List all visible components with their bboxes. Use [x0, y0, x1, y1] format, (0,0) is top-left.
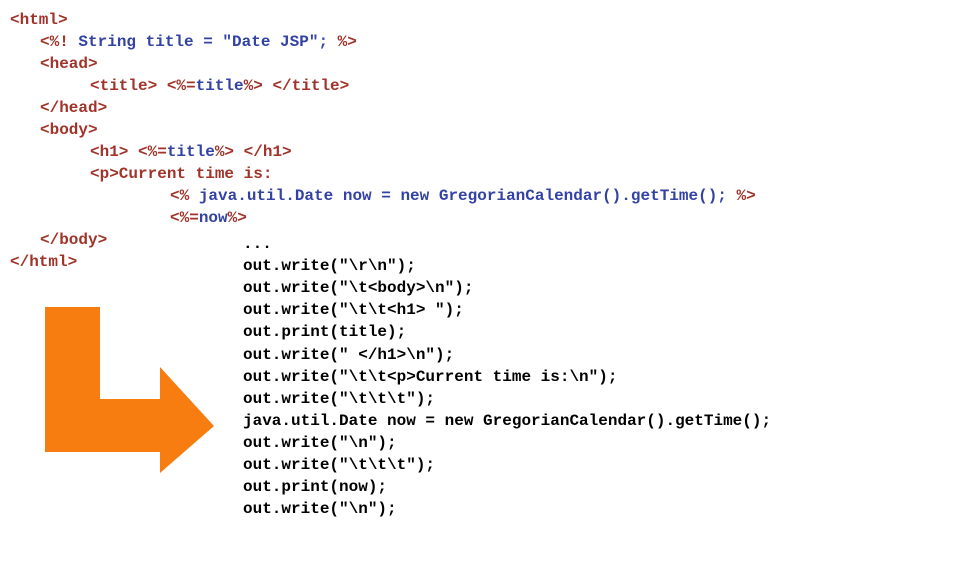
- generated-code-line: out.write("\n");: [243, 500, 397, 518]
- generated-code-line: out.write("\n");: [243, 434, 397, 452]
- jsp-markup: <html>: [10, 11, 68, 29]
- generated-code-line: out.print(title);: [243, 323, 407, 341]
- jsp-markup: <%=: [170, 209, 199, 227]
- jsp-source-line: <title> <%=title%> </title>: [90, 75, 349, 97]
- java-expression: now: [198, 209, 228, 227]
- generated-code-line: out.write("\t\t\t");: [243, 390, 436, 408]
- jsp-source-line: <% java.util.Date now = new GregorianCal…: [170, 185, 756, 207]
- generated-code-line: out.write("\t\t<h1> ");: [243, 301, 464, 319]
- jsp-source-line: </html>: [10, 251, 77, 273]
- jsp-source-line: <html>: [10, 9, 68, 31]
- jsp-markup: %>: [337, 33, 357, 51]
- jsp-markup: <title> <%=: [90, 77, 196, 95]
- java-expression: String title = "Date JSP";: [78, 33, 338, 51]
- java-expression: title: [166, 143, 215, 161]
- jsp-markup: </html>: [10, 253, 78, 271]
- jsp-source-line: <p>Current time is:: [90, 163, 272, 185]
- jsp-markup: %> </h1>: [214, 143, 292, 161]
- jsp-source-line: <%! String title = "Date JSP"; %>: [40, 31, 357, 53]
- generated-code-line: out.print(now);: [243, 478, 388, 496]
- generated-code-line: ...: [243, 235, 272, 253]
- jsp-source-line: <%=now%>: [170, 207, 247, 229]
- jsp-source-line: <body>: [40, 119, 98, 141]
- jsp-source-line: </body>: [40, 229, 107, 251]
- jsp-markup: %>: [736, 187, 756, 205]
- jsp-markup: </body>: [40, 231, 108, 249]
- java-expression: title: [195, 77, 244, 95]
- jsp-markup: </head>: [40, 99, 108, 117]
- generated-code-line: out.write("\r\n");: [243, 257, 416, 275]
- jsp-markup: <h1> <%=: [90, 143, 167, 161]
- generated-code-line: java.util.Date now = new GregorianCalend…: [243, 412, 772, 430]
- jsp-markup: <%: [170, 187, 199, 205]
- jsp-source-line: </head>: [40, 97, 107, 119]
- orange-l-shaped-arrow-icon: [45, 307, 214, 473]
- jsp-markup: <p>Current time is:: [90, 165, 273, 183]
- jsp-markup: %> </title>: [243, 77, 350, 95]
- generated-code-line: out.write(" </h1>\n");: [243, 346, 455, 364]
- java-expression: java.util.Date now = new GregorianCalend…: [198, 187, 737, 205]
- generated-code-line: out.write("\t\t<p>Current time is:\n");: [243, 368, 618, 386]
- jsp-markup: <head>: [40, 55, 98, 73]
- jsp-markup: %>: [227, 209, 247, 227]
- jsp-source-line: <h1> <%=title%> </h1>: [90, 141, 292, 163]
- generated-code-line: out.write("\t\t\t");: [243, 456, 436, 474]
- jsp-markup: <body>: [40, 121, 98, 139]
- generated-code-line: out.write("\t<body>\n");: [243, 279, 474, 297]
- jsp-source-line: <head>: [40, 53, 98, 75]
- jsp-markup: <%!: [40, 33, 79, 51]
